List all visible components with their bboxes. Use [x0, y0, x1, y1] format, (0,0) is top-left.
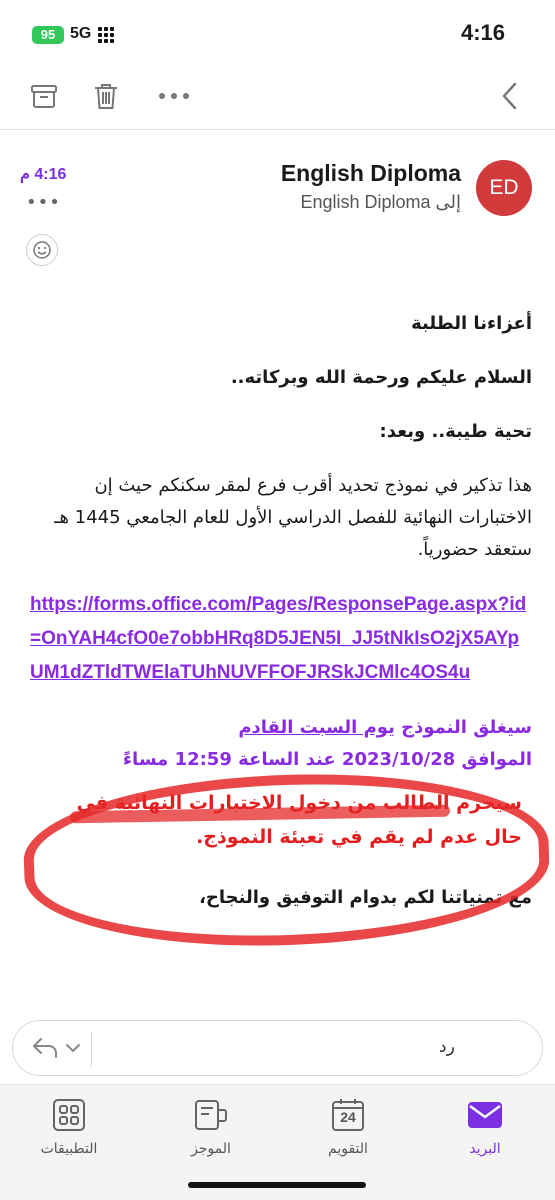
salam-line: السلام عليكم ورحمة الله وبركاته..: [230, 367, 532, 388]
calendar-day: 24: [340, 1109, 356, 1125]
tab-feed[interactable]: الموجز: [156, 1089, 266, 1169]
tab-apps[interactable]: التطبيقات: [14, 1089, 124, 1169]
tab-feed-label: الموجز: [191, 1141, 231, 1157]
reply-options-chevron-icon[interactable]: [65, 1039, 81, 1058]
close-notice-prefix: سيغلق النموذج: [394, 717, 532, 738]
tab-calendar[interactable]: 24 التقويم: [293, 1089, 403, 1169]
battery-indicator: 95: [32, 26, 64, 44]
tab-mail-label: البريد: [469, 1141, 501, 1157]
close-notice-day: يوم السبت القادم: [238, 717, 395, 738]
sender-name[interactable]: English Diploma: [281, 160, 461, 187]
home-indicator: [188, 1182, 366, 1188]
status-bar: 95 5G 4:16: [0, 0, 555, 64]
reaction-smiley-icon[interactable]: [26, 234, 58, 266]
status-clock: 4:16: [460, 20, 505, 45]
tahiya-line: تحية طيبة.. وبعد:: [379, 421, 532, 442]
sender-avatar[interactable]: ED: [476, 160, 532, 216]
tab-calendar-label: التقويم: [328, 1141, 368, 1157]
feed-icon: [191, 1095, 231, 1135]
mail-icon: [465, 1095, 505, 1135]
greeting: أعزاءنا الطلبة: [411, 313, 532, 334]
network-label: 5G: [70, 25, 92, 42]
apps-icon: [49, 1095, 89, 1135]
recipient-line[interactable]: إلى English Diploma: [300, 192, 461, 213]
reply-arrow-icon[interactable]: [31, 1035, 59, 1065]
trash-icon[interactable]: [88, 78, 124, 114]
reply-bar[interactable]: رد: [12, 1020, 543, 1076]
archive-icon[interactable]: [26, 78, 62, 114]
tab-mail[interactable]: البريد: [430, 1089, 540, 1169]
reply-divider: [91, 1031, 92, 1067]
reply-input[interactable]: رد: [439, 1037, 455, 1057]
form-link[interactable]: https://forms.office.com/Pages/ResponseP…: [30, 588, 532, 690]
signal-icon: [98, 27, 124, 43]
back-chevron-icon[interactable]: [492, 78, 528, 114]
close-notice: سيغلق النموذج يوم السبت القادم الموافق 20…: [30, 712, 532, 776]
tab-apps-label: التطبيقات: [40, 1141, 98, 1157]
close-notice-date: الموافق 2023/10/28 عند الساعة 12:59 مساء…: [122, 749, 532, 770]
message-time: 4:16 م: [20, 166, 67, 183]
calendar-icon: 24: [328, 1095, 368, 1135]
reminder-paragraph: هذا تذكير في نموذج تحديد أقرب فرع لمقر س…: [54, 475, 532, 560]
message-toolbar: [0, 64, 555, 130]
more-options-icon[interactable]: [156, 78, 192, 114]
message-more-button[interactable]: •••: [26, 192, 61, 213]
